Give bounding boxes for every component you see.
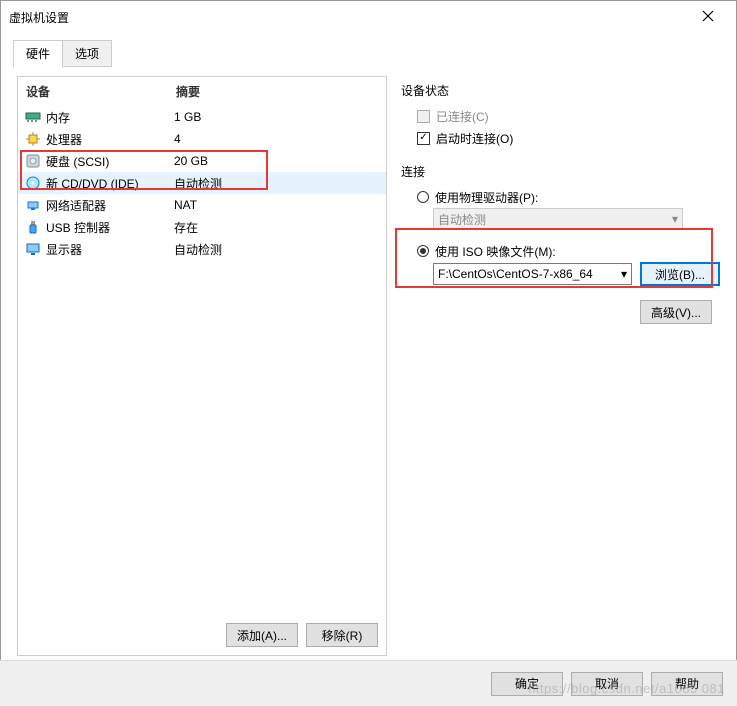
- hardware-summary: 20 GB: [174, 154, 380, 168]
- connected-label: 已连接(C): [436, 108, 489, 125]
- help-button[interactable]: 帮助: [651, 672, 723, 696]
- tab-hardware[interactable]: 硬件: [13, 40, 63, 67]
- add-button[interactable]: 添加(A)...: [226, 623, 298, 647]
- device-status-group: 设备状态 已连接(C) 启动时连接(O): [401, 82, 720, 149]
- hardware-name: 新 CD/DVD (IDE): [46, 175, 174, 192]
- browse-button[interactable]: 浏览(B)...: [640, 262, 720, 286]
- connection-title: 连接: [401, 163, 720, 180]
- hardware-name: 显示器: [46, 241, 174, 258]
- dialog-footer: 确定 取消 帮助 https://blog.csdn.net/a1085 081: [0, 660, 737, 706]
- hardware-header: 设备 摘要: [18, 77, 386, 106]
- hardware-name: 内存: [46, 109, 174, 126]
- cpu-icon: [24, 131, 42, 147]
- use-physical-label: 使用物理驱动器(P):: [435, 189, 538, 206]
- vm-settings-dialog: 虚拟机设置 硬件 选项 设备 摘要 内存1 GB处理器4硬盘 (SCSI)20 …: [0, 0, 737, 706]
- disk-icon: [24, 153, 42, 169]
- hardware-summary: 存在: [174, 219, 380, 236]
- hardware-list[interactable]: 内存1 GB处理器4硬盘 (SCSI)20 GB新 CD/DVD (IDE)自动…: [18, 106, 386, 615]
- chevron-down-icon: ▾: [672, 212, 678, 226]
- hardware-summary: 自动检测: [174, 241, 380, 258]
- hardware-panel: 设备 摘要 内存1 GB处理器4硬盘 (SCSI)20 GB新 CD/DVD (…: [17, 76, 387, 656]
- connected-row: 已连接(C): [417, 105, 720, 127]
- tab-body: 设备 摘要 内存1 GB处理器4硬盘 (SCSI)20 GB新 CD/DVD (…: [13, 66, 724, 660]
- use-physical-radio[interactable]: [417, 191, 429, 203]
- physical-drive-value: 自动检测: [438, 211, 486, 228]
- hardware-name: 处理器: [46, 131, 174, 148]
- hardware-row[interactable]: 显示器自动检测: [18, 238, 386, 260]
- close-icon: [702, 10, 714, 25]
- net-icon: [24, 197, 42, 213]
- connection-group: 连接 使用物理驱动器(P): 自动检测 ▾ 使用 ISO 映像文件(M):: [401, 163, 720, 286]
- hardware-name: USB 控制器: [46, 219, 174, 236]
- iso-path-combo[interactable]: F:\CentOs\CentOS-7-x86_64 ▾: [433, 263, 632, 285]
- titlebar: 虚拟机设置: [1, 1, 736, 33]
- use-physical-row[interactable]: 使用物理驱动器(P):: [417, 186, 720, 208]
- iso-path-value: F:\CentOs\CentOS-7-x86_64: [438, 267, 621, 281]
- tabs: 硬件 选项: [13, 40, 724, 67]
- col-device: 设备: [26, 83, 176, 100]
- hardware-row[interactable]: 硬盘 (SCSI)20 GB: [18, 150, 386, 172]
- tab-options[interactable]: 选项: [62, 40, 112, 67]
- hardware-name: 网络适配器: [46, 197, 174, 214]
- hardware-name: 硬盘 (SCSI): [46, 153, 174, 170]
- advanced-row: 高级(V)...: [401, 300, 712, 324]
- hardware-row[interactable]: 内存1 GB: [18, 106, 386, 128]
- content: 硬件 选项 设备 摘要 内存1 GB处理器4硬盘 (SCSI)20 GB新 CD…: [1, 33, 736, 659]
- display-icon: [24, 241, 42, 257]
- cd-icon: [24, 175, 42, 191]
- advanced-button[interactable]: 高级(V)...: [640, 300, 712, 324]
- cancel-button[interactable]: 取消: [571, 672, 643, 696]
- connect-on-power-label: 启动时连接(O): [436, 130, 513, 147]
- use-iso-radio[interactable]: [417, 245, 429, 257]
- hardware-summary: NAT: [174, 198, 380, 212]
- memory-icon: [24, 109, 42, 125]
- col-summary: 摘要: [176, 83, 378, 100]
- device-status-title: 设备状态: [401, 82, 720, 99]
- physical-drive-combo: 自动检测 ▾: [433, 208, 683, 230]
- connect-on-power-checkbox[interactable]: [417, 132, 430, 145]
- ok-button[interactable]: 确定: [491, 672, 563, 696]
- remove-button[interactable]: 移除(R): [306, 623, 378, 647]
- hardware-summary: 1 GB: [174, 110, 380, 124]
- hardware-buttons: 添加(A)... 移除(R): [18, 615, 386, 655]
- connected-checkbox: [417, 110, 430, 123]
- settings-panel: 设备状态 已连接(C) 启动时连接(O) 连接 使用物理驱动器(P):: [401, 76, 720, 656]
- window-title: 虚拟机设置: [9, 9, 688, 26]
- hardware-summary: 4: [174, 132, 380, 146]
- hardware-row[interactable]: USB 控制器存在: [18, 216, 386, 238]
- hardware-row[interactable]: 处理器4: [18, 128, 386, 150]
- usb-icon: [24, 219, 42, 235]
- iso-row: F:\CentOs\CentOS-7-x86_64 ▾ 浏览(B)...: [433, 262, 720, 286]
- close-button[interactable]: [688, 3, 728, 31]
- connect-on-power-row[interactable]: 启动时连接(O): [417, 127, 720, 149]
- hardware-row[interactable]: 网络适配器NAT: [18, 194, 386, 216]
- hardware-row[interactable]: 新 CD/DVD (IDE)自动检测: [18, 172, 386, 194]
- hardware-summary: 自动检测: [174, 175, 380, 192]
- use-iso-label: 使用 ISO 映像文件(M):: [435, 243, 556, 260]
- use-iso-row[interactable]: 使用 ISO 映像文件(M):: [417, 240, 720, 262]
- chevron-down-icon: ▾: [621, 267, 627, 281]
